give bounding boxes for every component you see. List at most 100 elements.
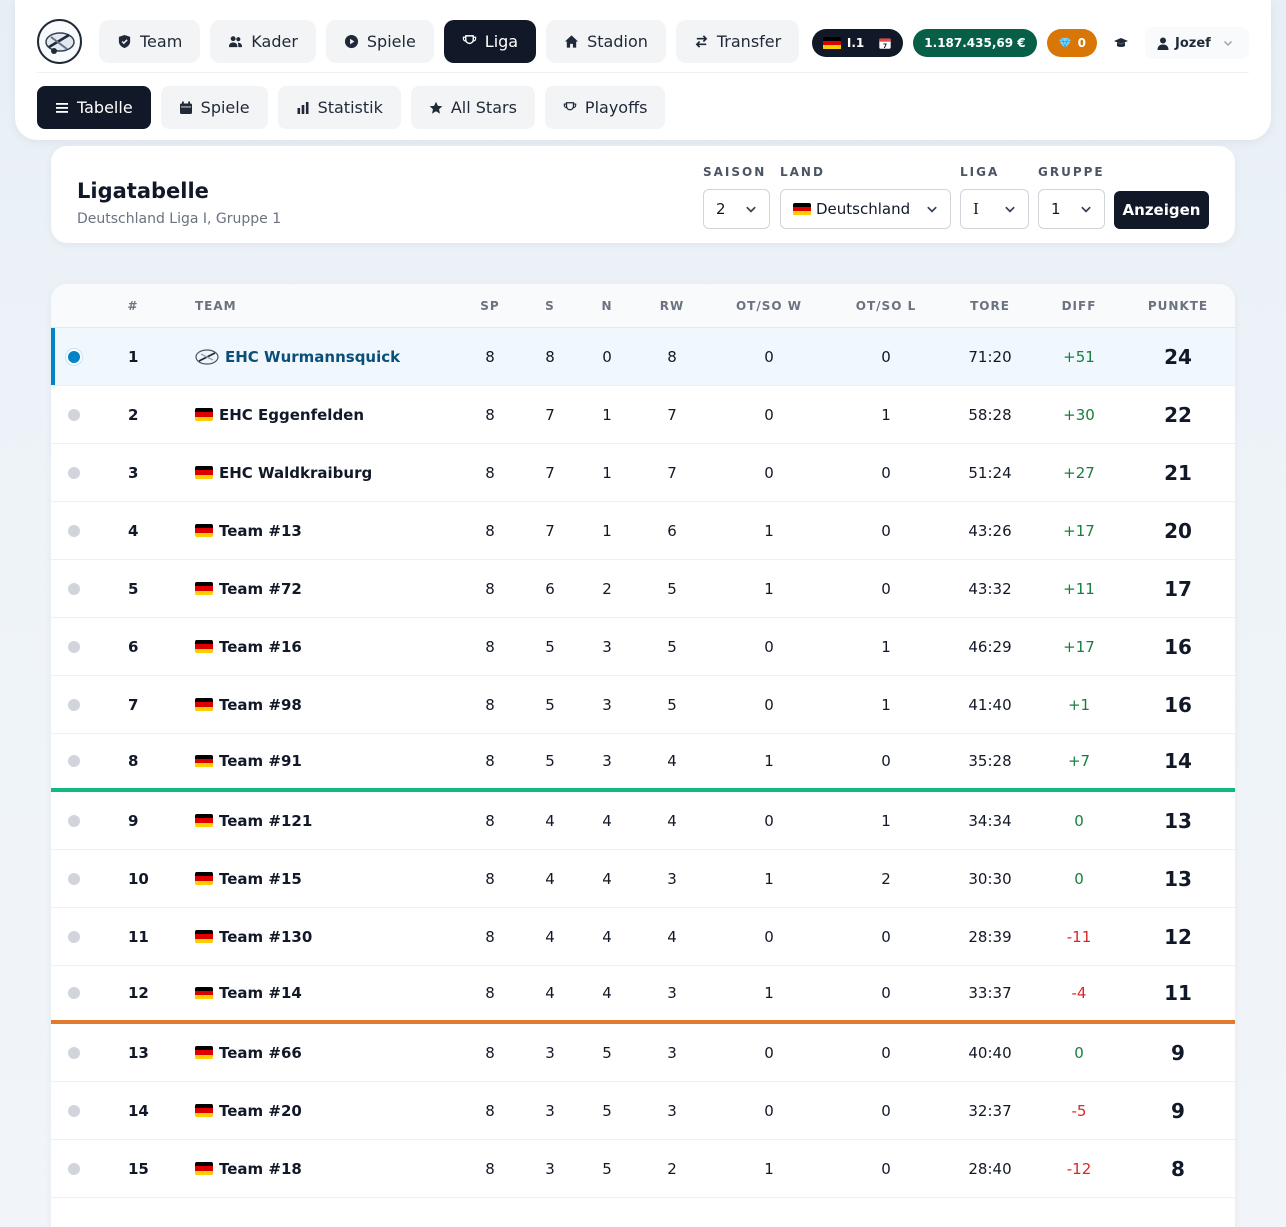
s-cell: 7 (545, 521, 555, 540)
rw-cell: 5 (667, 695, 677, 714)
chevron-down-icon (1005, 206, 1015, 213)
team-link[interactable]: Team #16 (195, 638, 302, 656)
n-cell: 5 (602, 1159, 612, 1178)
club-logo[interactable] (37, 19, 82, 64)
germany-flag-icon (195, 930, 213, 943)
col-team: TEAM (195, 299, 237, 313)
nav-liga[interactable]: Liga (443, 20, 537, 63)
table-row[interactable]: 15 Team #18 8 3 5 2 1 0 28:40 -12 8 (51, 1140, 1235, 1198)
saison-select[interactable]: 2 (703, 189, 770, 229)
subnav-playoffs[interactable]: Playoffs (544, 86, 666, 129)
nav-stadion-label: Stadion (587, 32, 648, 51)
liga-select[interactable]: I (960, 189, 1029, 229)
n-cell: 1 (602, 521, 612, 540)
team-link[interactable]: Team #13 (195, 522, 302, 540)
table-row[interactable]: 9 Team #121 8 4 4 4 0 1 34:34 0 13 (51, 792, 1235, 850)
team-name: Team #13 (219, 521, 302, 540)
col-tore: TORE (970, 299, 1010, 313)
nav-kader[interactable]: Kader (210, 20, 316, 63)
subnav-spiele-label: Spiele (200, 98, 250, 117)
table-row[interactable]: 4 Team #13 8 7 1 6 1 0 43:26 +17 20 (51, 502, 1235, 560)
otw-cell: 0 (764, 637, 774, 656)
table-row[interactable]: 7 Team #98 8 5 3 5 0 1 41:40 +1 16 (51, 676, 1235, 734)
otl-cell: 1 (881, 637, 891, 656)
points-cell: 20 (1164, 518, 1192, 543)
team-link[interactable]: Team #20 (195, 1102, 302, 1120)
sp-cell: 8 (485, 752, 495, 770)
table-row[interactable]: 10 Team #15 8 4 4 3 1 2 30:30 0 13 (51, 850, 1235, 908)
table-row[interactable]: 13 Team #66 8 3 5 3 0 0 40:40 0 9 (51, 1024, 1235, 1082)
balance-badge[interactable]: 1.187.435,69 € (913, 29, 1037, 57)
trophy-icon (462, 35, 476, 45)
diff-cell: -12 (1066, 1159, 1092, 1178)
rw-cell: 2 (667, 1159, 677, 1178)
rw-cell: 7 (667, 463, 677, 482)
team-link[interactable]: Team #130 (195, 928, 312, 946)
points-cell: 16 (1164, 692, 1192, 717)
team-link[interactable]: Team #121 (195, 812, 312, 830)
table-row[interactable]: 5 Team #72 8 6 2 5 1 0 43:32 +11 17 (51, 560, 1235, 618)
team-link[interactable]: Team #14 (195, 984, 302, 1002)
land-select[interactable]: Deutschland (780, 189, 951, 229)
table-row[interactable]: 6 Team #16 8 5 3 5 0 1 46:29 +17 16 (51, 618, 1235, 676)
status-dot (68, 408, 80, 421)
table-row[interactable]: 3 EHC Waldkraiburg 8 7 1 7 0 0 51:24 +27 21 (51, 444, 1235, 502)
academy-button[interactable] (1107, 29, 1135, 57)
gruppe-select[interactable]: 1 (1038, 189, 1105, 229)
table-row[interactable]: 14 Team #20 8 3 5 3 0 0 32:37 -5 9 (51, 1082, 1235, 1140)
tore-cell: 51:24 (968, 463, 1012, 482)
n-cell: 3 (602, 637, 612, 656)
league-badge[interactable]: I.1 7 (811, 29, 904, 57)
nav-kader-label: Kader (251, 32, 298, 51)
otw-cell: 0 (764, 1043, 774, 1062)
tore-cell: 28:39 (968, 927, 1012, 946)
team-link[interactable]: EHC Wurmannsquick (195, 348, 400, 366)
rank-cell: 3 (128, 463, 139, 482)
s-cell: 4 (545, 811, 555, 830)
team-link[interactable]: Team #18 (195, 1160, 302, 1178)
otw-cell: 0 (764, 347, 774, 366)
subnav-allstars[interactable]: All Stars (410, 86, 535, 129)
team-name: Team #121 (219, 811, 313, 830)
team-name: Team #16 (219, 637, 302, 656)
team-link[interactable]: Team #98 (195, 696, 302, 714)
team-name: Team #66 (219, 1043, 302, 1062)
s-cell: 5 (545, 752, 555, 770)
team-link[interactable]: Team #15 (195, 870, 302, 888)
otw-cell: 1 (764, 752, 774, 770)
subnav-statistik[interactable]: Statistik (277, 86, 401, 129)
team-name: EHC Waldkraiburg (219, 463, 373, 482)
nav-spiele[interactable]: Spiele (325, 20, 434, 63)
nav-transfer[interactable]: Transfer (675, 20, 800, 63)
diamond-badge[interactable]: 0 (1046, 29, 1097, 57)
team-link[interactable]: Team #66 (195, 1044, 302, 1062)
subnav-tabelle[interactable]: Tabelle (37, 86, 151, 129)
status-dot (68, 640, 80, 653)
team-link[interactable]: EHC Waldkraiburg (195, 464, 372, 482)
n-cell: 3 (602, 695, 612, 714)
status-dot (68, 350, 80, 363)
table-row[interactable]: 12 Team #14 8 4 4 3 1 0 33:37 -4 11 (51, 966, 1235, 1024)
diff-cell: -5 (1071, 1101, 1087, 1120)
sp-cell: 8 (485, 1159, 495, 1178)
table-row[interactable]: 2 EHC Eggenfelden 8 7 1 7 0 1 58:28 +30 22 (51, 386, 1235, 444)
diff-cell: +27 (1063, 463, 1095, 482)
table-row[interactable]: 1 EHC Wurmannsquick 8 8 0 8 0 0 71:20 +51 24 (51, 328, 1235, 386)
team-link[interactable]: Team #91 (195, 752, 302, 770)
tore-cell: 32:37 (968, 1101, 1012, 1120)
team-link[interactable]: EHC Eggenfelden (195, 406, 364, 424)
diff-cell: 0 (1074, 811, 1084, 830)
user-menu[interactable]: Jozef (1145, 27, 1249, 59)
nav-team[interactable]: Team (99, 20, 201, 63)
subnav-spiele[interactable]: Spiele (160, 86, 268, 129)
nav-stadion[interactable]: Stadion (546, 20, 666, 63)
otl-cell: 1 (881, 811, 891, 830)
liga-label: LIGA (960, 165, 1000, 179)
otw-cell: 1 (764, 984, 774, 1002)
team-name: Team #130 (219, 927, 313, 946)
table-row[interactable]: 11 Team #130 8 4 4 4 0 0 28:39 -11 12 (51, 908, 1235, 966)
show-button[interactable]: Anzeigen (1114, 191, 1209, 229)
table-row[interactable]: 8 Team #91 8 5 3 4 1 0 35:28 +7 14 (51, 734, 1235, 792)
team-link[interactable]: Team #72 (195, 580, 302, 598)
status-dot (68, 872, 80, 885)
